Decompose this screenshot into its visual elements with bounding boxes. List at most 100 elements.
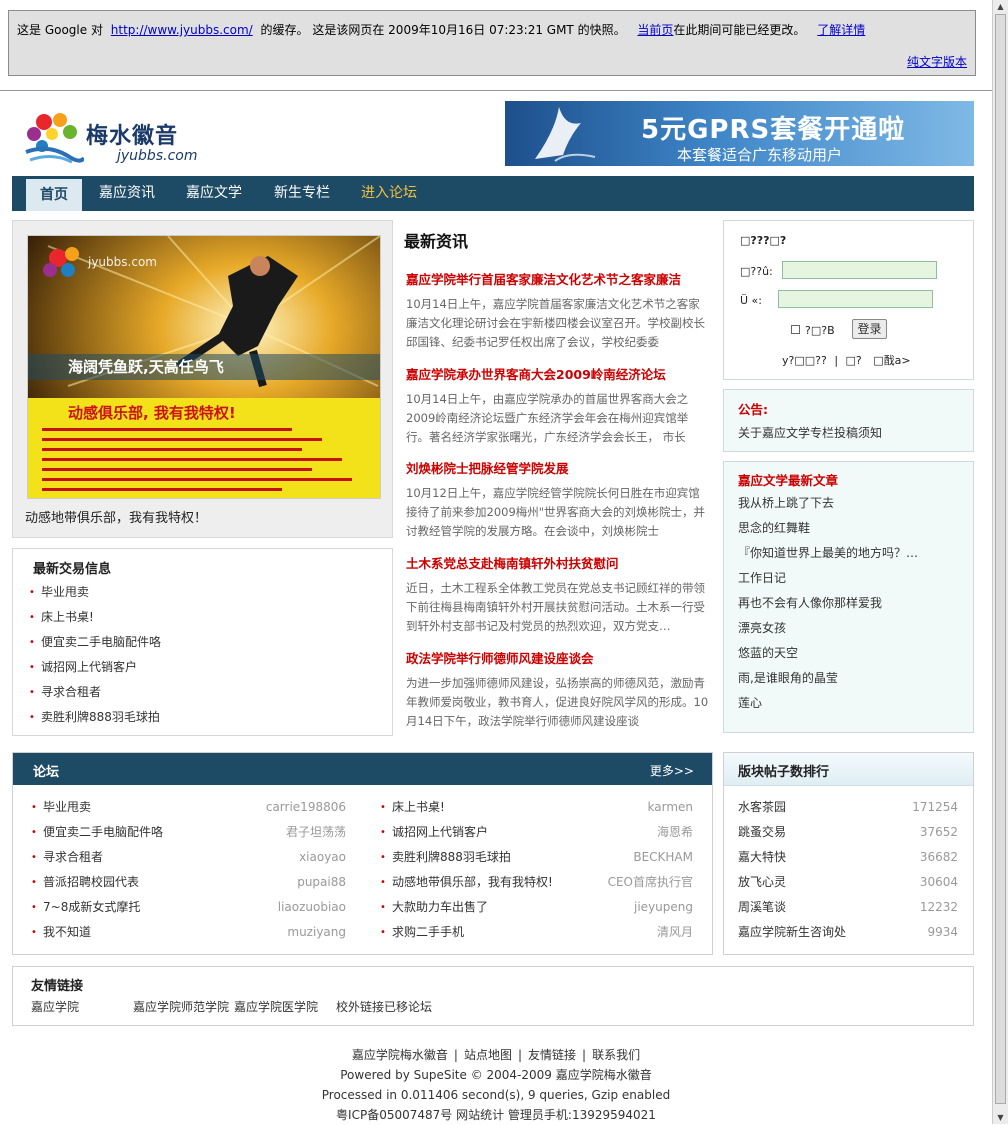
- divider: [0, 90, 992, 91]
- help-link[interactable]: □?: [846, 354, 862, 367]
- article-link[interactable]: 莲心: [738, 691, 918, 716]
- friend-link[interactable]: 嘉应学院: [31, 998, 79, 1015]
- forum-thread[interactable]: • 毕业甩卖 carrie198806: [31, 795, 346, 820]
- article-link[interactable]: 再也不会有人像你那样爱我: [738, 591, 918, 616]
- article-link[interactable]: 悠蓝的天空: [738, 641, 918, 666]
- board-name: 放飞心灵: [738, 875, 787, 889]
- scroll-down-icon[interactable]: ▼: [993, 1111, 1008, 1124]
- forum-thread[interactable]: • 动感地带俱乐部，我有我特权! CEO首席执行官: [380, 870, 693, 895]
- article-link[interactable]: 雨,是谁眼角的晶莹: [738, 666, 918, 691]
- nav-enter-forum[interactable]: 进入论坛: [354, 176, 424, 211]
- news-section-title: 最新资讯: [404, 232, 469, 251]
- password-input[interactable]: [778, 290, 933, 308]
- thread-title: 卖胜利牌888羽毛球拍: [392, 850, 511, 864]
- footer-link[interactable]: 联系我们: [592, 1048, 640, 1062]
- thread-author: pupai88: [297, 875, 346, 889]
- forum-thread[interactable]: • 普派招聘校园代表 pupai88: [31, 870, 346, 895]
- username-input[interactable]: [782, 261, 937, 279]
- login-button[interactable]: 登录: [852, 319, 887, 339]
- article-link[interactable]: 思念的红舞鞋: [738, 516, 918, 541]
- scroll-thumb[interactable]: [995, 14, 1006, 1104]
- ranking-row[interactable]: 嘉应学院新生咨询处 9934: [738, 920, 958, 945]
- forum-thread[interactable]: • 大款助力车出售了 jieyupeng: [380, 895, 693, 920]
- articles-list: 我从桥上跳了下去 思念的红舞鞋 『你知道世界上最美的地方吗？… 工作日记 再也不…: [738, 491, 918, 716]
- links-title: 友情链接: [31, 979, 84, 994]
- thread-title: 毕业甩卖: [43, 800, 92, 814]
- promo-caption[interactable]: 动感地带俱乐部，我有我特权！: [25, 507, 207, 526]
- news-headline[interactable]: 土木系党总支赴梅南镇轩外村扶贫慰问: [406, 553, 710, 572]
- trade-item[interactable]: • 寻求合租者: [29, 680, 161, 705]
- news-headline[interactable]: 政法学院举行师德师风建设座谈会: [406, 648, 710, 667]
- trade-item[interactable]: • 便宜卖二手电脑配件咯: [29, 630, 161, 655]
- forum-thread[interactable]: • 卖胜利牌888羽毛球拍 BECKHAM: [380, 845, 693, 870]
- nav-literature[interactable]: 嘉应文学: [179, 176, 249, 211]
- trade-item-label: 卖胜利牌888羽毛球拍: [41, 710, 160, 724]
- bullet-icon: •: [29, 712, 35, 723]
- forum-thread[interactable]: • 寻求合租者 xiaoyao: [31, 845, 346, 870]
- bullet-icon: •: [31, 852, 37, 863]
- trade-title: 最新交易信息: [33, 562, 112, 577]
- forum-thread[interactable]: • 我不知道 muziyang: [31, 920, 346, 945]
- nav-news[interactable]: 嘉应资讯: [92, 176, 162, 211]
- ranking-row[interactable]: 水客茶园 171254: [738, 795, 958, 820]
- friend-link[interactable]: 嘉应学院医学院: [234, 998, 318, 1015]
- forum-thread[interactable]: • 求购二手手机 清风月: [380, 920, 693, 945]
- scroll-up-icon[interactable]: ▲: [993, 0, 1008, 13]
- current-page-link[interactable]: 当前页: [637, 23, 673, 37]
- learn-more-link[interactable]: 了解详情: [817, 23, 865, 37]
- friend-link[interactable]: 校外链接已移论坛: [336, 998, 432, 1015]
- remember-checkbox[interactable]: [791, 325, 800, 334]
- ranking-row[interactable]: 周溪笔谈 12232: [738, 895, 958, 920]
- article-link[interactable]: 我从桥上跳了下去: [738, 491, 918, 516]
- register-link[interactable]: у?□□??: [782, 354, 827, 367]
- trade-item[interactable]: • 卖胜利牌888羽毛球拍: [29, 705, 161, 730]
- text-only-link[interactable]: 纯文字版本: [907, 55, 967, 69]
- login-panel: □???□? □??û: Ü «: ?□?B 登录 у?□□?? | □? □䣬…: [723, 220, 974, 380]
- trade-item[interactable]: • 床上书桌!: [29, 605, 161, 630]
- svg-text:jyubbs.com: jyubbs.com: [87, 255, 157, 269]
- ranking-header: 版块帖子数排行: [724, 753, 973, 786]
- forum-thread[interactable]: • 床上书桌! karmen: [380, 795, 693, 820]
- ranking-row[interactable]: 跳蚤交易 37652: [738, 820, 958, 845]
- footer-link[interactable]: 嘉应学院梅水徽音: [352, 1048, 448, 1062]
- site-logo[interactable]: 梅水徽音 jyubbs.com: [22, 108, 222, 168]
- footer-link[interactable]: 站点地图: [464, 1048, 512, 1062]
- news-item: 嘉应学院承办世界客商大会2009岭南经济论坛 10月14日上午，由嘉应学院承办的…: [406, 364, 710, 447]
- news-headline[interactable]: 嘉应学院举行首届客家廉洁文化艺术节之客家廉洁: [406, 269, 710, 288]
- thread-title: 诚招网上代销客户: [392, 825, 489, 839]
- forum-thread[interactable]: • 诚招网上代销客户 海恩希: [380, 820, 693, 845]
- promo-poster[interactable]: jyubbs.com 海阔凭鱼跃,天高任鸟飞 动感俱乐部, 我有我特权!: [27, 235, 381, 499]
- trade-item[interactable]: • 诚招网上代销客户: [29, 655, 161, 680]
- nav-home[interactable]: 首页: [26, 179, 82, 211]
- thread-title: 我不知道: [43, 925, 92, 939]
- forum-more-link[interactable]: 更多>>: [650, 762, 694, 779]
- thread-title: 动感地带俱乐部，我有我特权!: [392, 875, 553, 889]
- nav-freshmen[interactable]: 新生专栏: [267, 176, 337, 211]
- vertical-scrollbar[interactable]: ▲ ▼: [992, 0, 1008, 1124]
- article-link[interactable]: 漂亮女孩: [738, 616, 918, 641]
- thread-author: 海恩希: [656, 825, 693, 839]
- ranking-row[interactable]: 嘉大特快 36682: [738, 845, 958, 870]
- post-count: 37652: [919, 825, 958, 839]
- footer-link[interactable]: 友情链接: [528, 1048, 576, 1062]
- friendly-links-panel: 友情链接 嘉应学院 嘉应学院师范学院 嘉应学院医学院 校外链接已移论坛: [12, 966, 974, 1026]
- forgot-link[interactable]: □䣬a>: [865, 354, 910, 367]
- cache-info: 这是 Google 对 http://www.jyubbs.com/ 的缓存。 …: [17, 21, 865, 38]
- notice-link[interactable]: 关于嘉应文学专栏投稿须知: [738, 424, 882, 441]
- thread-author: karmen: [647, 800, 694, 814]
- forum-thread[interactable]: • 便宜卖二手电脑配件咯 君子坦荡荡: [31, 820, 346, 845]
- friend-link[interactable]: 嘉应学院师范学院: [133, 998, 229, 1015]
- news-headline[interactable]: 刘焕彬院士把脉经管学院发展: [406, 458, 710, 477]
- trade-item[interactable]: • 毕业甩卖: [29, 580, 161, 605]
- thread-author: 清风月: [656, 925, 693, 939]
- ranking-row[interactable]: 放飞心灵 30604: [738, 870, 958, 895]
- news-headline[interactable]: 嘉应学院承办世界客商大会2009岭南经济论坛: [406, 364, 710, 383]
- article-link[interactable]: 工作日记: [738, 566, 918, 591]
- gprs-ad-banner[interactable]: 5元GPRS套餐开通啦 本套餐适合广东移动用户: [505, 101, 974, 166]
- forum-thread[interactable]: • 7~8成新女式摩托 liaozuobiao: [31, 895, 346, 920]
- cached-url-link[interactable]: http://www.jyubbs.com/: [111, 23, 253, 37]
- footer-separator: |: [517, 1048, 523, 1062]
- thread-author: muziyang: [287, 925, 346, 939]
- page-footer: 嘉应学院梅水徽音 | 站点地图 | 友情链接 | 联系我们 Powered by SupeS…: [0, 1045, 992, 1125]
- article-link[interactable]: 『你知道世界上最美的地方吗？…: [738, 541, 918, 566]
